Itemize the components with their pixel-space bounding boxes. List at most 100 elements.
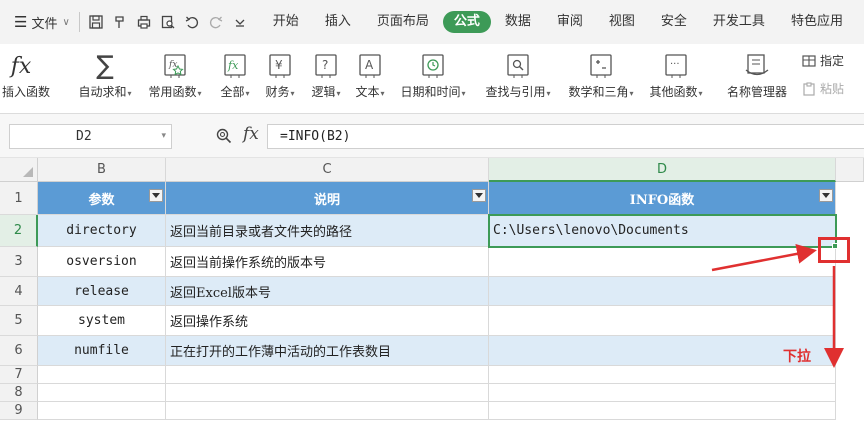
row-header-7[interactable]: 7	[0, 366, 38, 384]
ribbon-button-all-functions[interactable]: fx 全部▾	[214, 44, 256, 114]
tab-5[interactable]: 审阅	[545, 11, 595, 33]
header-cell-D[interactable]: INFO函数	[489, 182, 836, 215]
insert-function-fx-icon[interactable]: fx	[243, 124, 259, 144]
description-cell[interactable]: 返回当前操作系统的版本号	[166, 247, 489, 277]
zoom-magnifier-icon[interactable]	[216, 128, 232, 144]
define-name-label: 指定	[820, 54, 845, 68]
row-header-9[interactable]: 9	[0, 402, 38, 420]
column-header-C[interactable]: C	[166, 158, 489, 182]
sigma-icon: ∑	[96, 51, 114, 81]
ribbon-button-fx[interactable]: fx 插入函数	[2, 44, 50, 114]
tab-6[interactable]: 视图	[597, 11, 647, 33]
filter-dropdown-button[interactable]	[149, 189, 163, 202]
define-name-button[interactable]: 指定	[802, 52, 864, 69]
param-cell[interactable]: numfile	[38, 336, 166, 366]
header-cell-B[interactable]: 参数	[38, 182, 166, 215]
empty-cell[interactable]	[166, 402, 489, 420]
description-cell[interactable]: 返回当前目录或者文件夹的路径	[166, 215, 489, 247]
tab-3[interactable]: 公式	[442, 11, 491, 33]
info-result-cell[interactable]	[489, 277, 836, 306]
file-menu[interactable]: ☰ 文件 ∨	[14, 13, 70, 32]
empty-cell[interactable]	[166, 366, 489, 384]
tab-9[interactable]: 特色应用	[779, 11, 855, 33]
info-result-cell[interactable]: C:\Users\lenovo\Documents	[489, 215, 836, 247]
column-header-D[interactable]: D	[489, 158, 836, 182]
description-cell[interactable]: 返回Excel版本号	[166, 277, 489, 306]
filter-dropdown-button[interactable]	[472, 189, 486, 202]
save-icon[interactable]	[89, 15, 103, 29]
row-header-3[interactable]: 3	[0, 247, 38, 277]
ribbon-button-clock[interactable]: 日期和时间▾	[392, 44, 474, 114]
ribbon-button-sigma[interactable]: ∑ 自动求和▾	[72, 44, 138, 114]
description-cell[interactable]: 返回操作系统	[166, 306, 489, 336]
empty-cell[interactable]	[489, 366, 836, 384]
ribbon-label-text: 查找与引用	[485, 85, 546, 99]
row-header-2[interactable]: 2	[0, 215, 38, 247]
row-header-4[interactable]: 4	[0, 277, 38, 306]
ribbon-button-math[interactable]: 数学和三角▾	[560, 44, 642, 114]
column-header-B[interactable]: B	[38, 158, 166, 182]
tab-1[interactable]: 插入	[313, 11, 363, 33]
menu-bar: ☰ 文件 ∨ 开始 插入 页面布局 公式 数据 审阅 视图 安全 开发工具 特色应用	[0, 0, 864, 44]
param-cell[interactable]: osversion	[38, 247, 166, 277]
redo-icon[interactable]	[209, 15, 223, 29]
header-cell-text: INFO函数	[629, 192, 695, 208]
name-box[interactable]: D2 ▾	[9, 124, 172, 149]
math-icon	[588, 52, 614, 80]
empty-cell[interactable]	[38, 366, 166, 384]
tab-4[interactable]: 数据	[493, 11, 543, 33]
hamburger-icon: ☰	[14, 13, 28, 31]
param-cell[interactable]: release	[38, 277, 166, 306]
ribbon-button-label: 名称管理器	[720, 83, 794, 100]
undo-icon[interactable]	[185, 15, 199, 29]
row-header-8[interactable]: 8	[0, 384, 38, 402]
formula-input[interactable]: =INFO(B2)	[267, 124, 864, 149]
ribbon-button-star-function[interactable]: fx 常用函数▾	[144, 44, 206, 114]
info-result-cell[interactable]	[489, 306, 836, 336]
finance-icon: ¥	[267, 52, 293, 80]
customize-toolbar-icon[interactable]	[233, 15, 247, 29]
paste-name-button[interactable]: 粘贴	[802, 80, 864, 97]
formula-bar: D2 ▾ fx =INFO(B2)	[0, 114, 864, 158]
file-menu-label: 文件	[31, 16, 58, 32]
description-cell[interactable]: 正在打开的工作薄中活动的工作表数目	[166, 336, 489, 366]
info-result-cell[interactable]	[489, 247, 836, 277]
ribbon-button-text[interactable]: A 文本▾	[348, 44, 392, 114]
ribbon-button-logic[interactable]: ? 逻辑▾	[303, 44, 349, 114]
print-preview-icon[interactable]	[161, 15, 175, 29]
tab-7[interactable]: 安全	[649, 11, 699, 33]
description-text: 返回当前操作系统的版本号	[170, 256, 327, 271]
row-header-1[interactable]: 1	[0, 182, 38, 215]
ribbon-button-more-functions[interactable]: ··· 其他函数▾	[642, 44, 710, 114]
param-text: osversion	[66, 254, 137, 269]
name-box-value: D2	[76, 129, 92, 144]
empty-cell[interactable]	[38, 402, 166, 420]
ribbon-formulas: 指定 粘贴 fx 插入函数 ∑ 自动求和▾ fx 常用函数▾ fx 全部▾ ¥ 财务▾? 逻辑▾ A 文…	[0, 44, 864, 114]
chevron-down-icon[interactable]: ▾	[161, 125, 166, 148]
row-header-6[interactable]: 6	[0, 336, 38, 366]
tab-2[interactable]: 页面布局	[365, 11, 441, 33]
select-all-corner[interactable]	[0, 158, 38, 182]
empty-cell[interactable]	[489, 402, 836, 420]
row-header-5[interactable]: 5	[0, 306, 38, 336]
ribbon-button-label: 查找与引用▾	[476, 83, 560, 100]
annotation-highlight-box	[818, 237, 850, 263]
ribbon-label-text: 数学和三角	[568, 85, 629, 99]
dropdown-caret-icon: ▾	[245, 89, 250, 98]
empty-cell[interactable]	[38, 384, 166, 402]
tab-0[interactable]: 开始	[261, 11, 311, 33]
ribbon-button-finance[interactable]: ¥ 财务▾	[258, 44, 302, 114]
empty-cell[interactable]	[489, 384, 836, 402]
ribbon-button-lookup[interactable]: 查找与引用▾	[476, 44, 560, 114]
filter-dropdown-button[interactable]	[819, 189, 833, 202]
ribbon-label-text: 名称管理器	[726, 85, 787, 99]
tab-8[interactable]: 开发工具	[701, 11, 777, 33]
format-painter-icon[interactable]	[113, 15, 127, 29]
empty-cell[interactable]	[166, 384, 489, 402]
param-cell[interactable]: system	[38, 306, 166, 336]
header-cell-C[interactable]: 说明	[166, 182, 489, 215]
ribbon-button-name-manager[interactable]: 名称管理器	[720, 44, 794, 114]
print-icon[interactable]	[137, 15, 151, 29]
ribbon-button-label: 日期和时间▾	[392, 83, 474, 100]
param-cell[interactable]: directory	[38, 215, 166, 247]
